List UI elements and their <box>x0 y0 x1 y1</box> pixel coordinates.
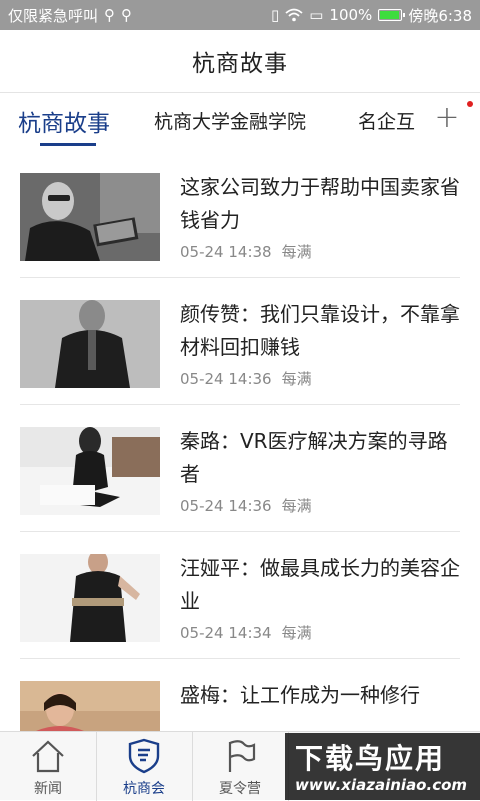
tab-famous-companies[interactable]: 名企互 <box>358 107 415 134</box>
article-date: 05-24 14:36 <box>180 370 272 388</box>
active-tab-indicator <box>40 143 96 146</box>
shield-icon <box>128 738 160 774</box>
usb-icon: ⚲ <box>104 6 116 24</box>
nav-summer-camp[interactable]: 夏令营 <box>192 732 288 801</box>
article-date: 05-24 14:34 <box>180 624 272 642</box>
status-text: 仅限紧急呼叫 <box>8 6 99 25</box>
nav-chamber-label: 杭商会 <box>123 781 165 797</box>
list-item[interactable]: 秦路：VR医疗解决方案的寻路者 05-24 14:36 每满 <box>0 405 480 532</box>
battery-icon <box>378 9 406 21</box>
page-title: 杭商故事 <box>192 51 288 77</box>
article-source: 每满 <box>281 243 312 261</box>
battery-percent: 100% <box>329 6 373 24</box>
article-list: 这家公司致力于帮助中国卖家省钱省力 05-24 14:38 每满 颜传赞：我们只靠… <box>0 151 480 731</box>
home-icon <box>32 740 64 773</box>
category-tabs: 杭商故事 杭商大学金融学院 名企互 + <box>0 93 480 151</box>
watermark: 下载鸟应用 www.xiazainiao.com <box>285 733 480 800</box>
nav-summer-camp-label: 夏令营 <box>219 781 261 797</box>
list-item[interactable]: 盛梅：让工作成为一种修行 <box>0 659 480 731</box>
article-source: 每满 <box>281 624 312 642</box>
nav-news-label: 新闻 <box>34 781 62 797</box>
article-source: 每满 <box>281 370 312 388</box>
watermark-title: 下载鸟应用 <box>295 742 446 775</box>
list-item[interactable]: 这家公司致力于帮助中国卖家省钱省力 05-24 14:38 每满 <box>0 151 480 278</box>
tab-finance-college[interactable]: 杭商大学金融学院 <box>154 107 306 134</box>
article-date: 05-24 14:36 <box>180 497 272 515</box>
article-meta: 05-24 14:38 每满 <box>180 241 312 262</box>
article-thumbnail <box>20 554 160 642</box>
plus-icon[interactable]: + <box>432 103 462 133</box>
article-meta: 05-24 14:34 每满 <box>180 622 312 643</box>
article-title: 盛梅：让工作成为一种修行 <box>180 683 420 707</box>
vibrate-icon: ▯ <box>270 6 280 24</box>
notification-dot <box>467 101 473 107</box>
sim-icon: ▭ <box>309 6 324 24</box>
article-thumbnail <box>20 427 160 515</box>
nav-news[interactable]: 新闻 <box>0 732 96 801</box>
title-bar: 杭商故事 <box>0 30 480 93</box>
article-date: 05-24 14:38 <box>180 243 272 261</box>
clock: 傍晚6:38 <box>408 6 472 25</box>
article-thumbnail <box>20 300 160 388</box>
article-meta: 05-24 14:36 每满 <box>180 368 312 389</box>
article-thumbnail <box>20 173 160 261</box>
list-item[interactable]: 汪娅平：做最具成长力的美容企业 05-24 14:34 每满 <box>0 532 480 659</box>
flag-icon <box>228 740 256 772</box>
article-title: 颜传赞：我们只靠设计，不靠拿材料回扣赚钱 <box>180 302 460 359</box>
article-title: 秦路：VR医疗解决方案的寻路者 <box>180 429 448 486</box>
article-source: 每满 <box>281 497 312 515</box>
nav-chamber[interactable]: 杭商会 <box>96 732 192 801</box>
article-title: 这家公司致力于帮助中国卖家省钱省力 <box>180 175 460 232</box>
article-thumbnail <box>20 681 160 731</box>
status-bar: 仅限紧急呼叫 ⚲ ⚲ ▯ ▭ 100% 傍晚6:38 <box>0 0 480 30</box>
list-item[interactable]: 颜传赞：我们只靠设计，不靠拿材料回扣赚钱 05-24 14:36 每满 <box>0 278 480 405</box>
tab-hangshang-story[interactable]: 杭商故事 <box>18 104 110 138</box>
article-meta: 05-24 14:36 每满 <box>180 495 312 516</box>
watermark-url: www.xiazainiao.com <box>295 776 468 794</box>
usb-debug-icon: ⚲ <box>121 6 133 24</box>
wifi-icon <box>285 8 303 22</box>
article-title: 汪娅平：做最具成长力的美容企业 <box>180 556 460 613</box>
